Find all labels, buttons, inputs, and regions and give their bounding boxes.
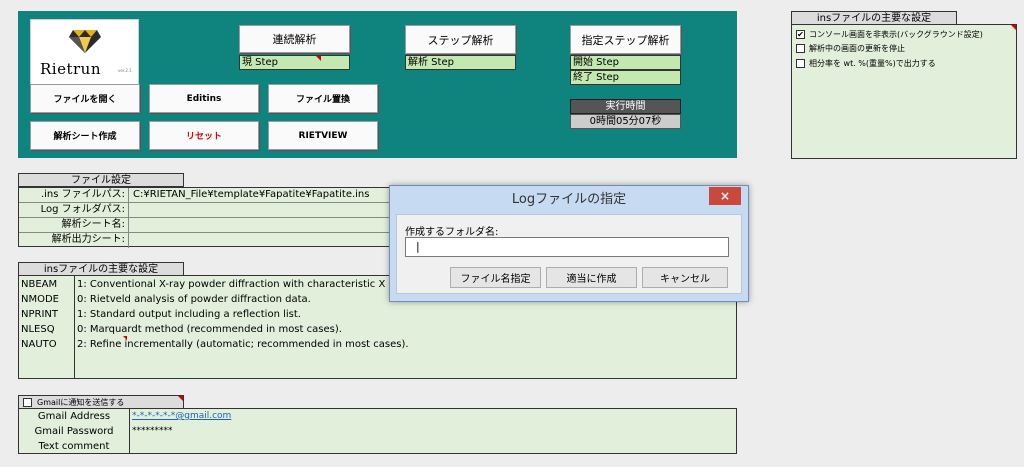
comment-marker	[178, 396, 183, 401]
exec-time-value: 0時間05分07秒	[570, 114, 681, 129]
cancel-button[interactable]: キャンセル	[642, 267, 728, 288]
logo-text: Rietrun	[40, 60, 101, 78]
start-step-field[interactable]: 開始 Step	[570, 55, 681, 70]
gmail-password-label: Gmail Password	[19, 424, 130, 439]
gmail-address-label: Gmail Address	[19, 409, 130, 424]
replace-file-button[interactable]: ファイル置換	[268, 84, 378, 113]
right-settings-title: insファイルの主要な設定	[791, 11, 957, 25]
folder-name-label: 作成するフォルダ名:	[405, 227, 499, 238]
table-row: 解析出力シート:	[19, 233, 399, 248]
param-key: NBEAM	[21, 279, 58, 290]
right-settings-panel: ✔ コンソール画面を非表示(バックグラウンド設定) 解析中の画面の更新を停止 相…	[791, 24, 1017, 159]
open-file-button[interactable]: ファイルを開く	[30, 84, 140, 113]
log-file-dialog: Logファイルの指定 × 作成するフォルダ名: | ファイル名指定 適当に作成 …	[389, 185, 749, 302]
column-divider	[74, 276, 75, 378]
analysis-step-field[interactable]: 解析 Step	[405, 55, 516, 70]
gmail-password-value[interactable]: *********	[132, 424, 173, 439]
param-value[interactable]: 0: Marquardt method (recommended in most…	[77, 323, 342, 337]
param-key: NPRINT	[21, 309, 58, 320]
checkbox[interactable]: ✔	[796, 30, 805, 39]
checkbox[interactable]	[23, 397, 32, 407]
param-value[interactable]: 2: Refine incrementally (automatic; reco…	[77, 338, 409, 352]
editins-button[interactable]: Editins	[149, 84, 259, 113]
gmail-address-link[interactable]: *-*-*-*-*-*@gmail.com	[132, 409, 231, 424]
end-step-field[interactable]: 終了 Step	[570, 70, 681, 85]
param-key: NMODE	[21, 294, 59, 305]
checkbox[interactable]	[796, 59, 805, 68]
file-settings-table: .ins ファイルパス: C:¥RIETAN_File¥template¥Fap…	[18, 187, 400, 248]
option-hide-console[interactable]: ✔ コンソール画面を非表示(バックグラウンド設定)	[796, 29, 983, 40]
rietrun-logo: Rietrun ver.2.1	[30, 19, 139, 88]
output-sheet-label: 解析出力シート:	[19, 233, 129, 248]
option-label: 解析中の画面の更新を停止	[809, 44, 905, 53]
control-panel: Rietrun ver.2.1 ファイルを開く Editins ファイル置換 解…	[18, 11, 737, 158]
param-value[interactable]: 0: Rietveld analysis of powder diffracti…	[77, 293, 311, 307]
option-label: コンソール画面を非表示(バックグラウンド設定)	[809, 30, 983, 39]
dialog-body: 作成するフォルダ名: | ファイル名指定 適当に作成 キャンセル	[396, 214, 742, 294]
param-key: NAUTO	[21, 339, 57, 350]
table-row: .ins ファイルパス: C:¥RIETAN_File¥template¥Fap…	[19, 188, 399, 203]
create-sheet-button[interactable]: 解析シート作成	[30, 121, 140, 150]
gmail-notify-label: Gmailに通知を送信する	[37, 397, 125, 407]
rietview-button[interactable]: RIETVIEW	[268, 121, 378, 150]
step-analysis-button[interactable]: ステップ解析	[405, 25, 516, 54]
text-comment-label: Text comment	[19, 439, 130, 454]
file-settings-title: ファイル設定	[18, 173, 184, 187]
param-key: NLESQ	[21, 324, 55, 335]
comment-marker	[123, 336, 127, 340]
sheet-name-label: 解析シート名:	[19, 218, 129, 233]
comment-marker	[316, 56, 321, 61]
checkbox[interactable]	[796, 44, 805, 53]
auto-create-button[interactable]: 適当に作成	[546, 267, 637, 288]
ins-path-value[interactable]: C:¥RIETAN_File¥template¥Fapatite¥Fapatit…	[133, 188, 369, 202]
current-step-label: 現 Step	[242, 57, 278, 68]
dialog-title: Logファイルの指定	[511, 192, 627, 207]
folder-name-input[interactable]: |	[405, 237, 729, 257]
current-step-field[interactable]: 現 Step	[239, 55, 350, 70]
exec-time-label: 実行時間	[570, 99, 681, 114]
table-row: Log フォルダパス:	[19, 203, 399, 218]
close-icon[interactable]: ×	[709, 187, 741, 205]
table-row: Gmail Password *********	[19, 424, 736, 439]
table-row: Gmail Address *-*-*-*-*-*@gmail.com	[19, 409, 736, 424]
gmail-table: Gmail Address *-*-*-*-*-*@gmail.com Gmai…	[18, 408, 737, 454]
specify-filename-button[interactable]: ファイル名指定	[450, 267, 541, 288]
reset-button[interactable]: リセット	[149, 121, 259, 150]
option-label: 相分率を wt. %(重量%)で出力する	[809, 59, 936, 68]
log-folder-label: Log フォルダパス:	[19, 203, 129, 218]
table-row: Text comment	[19, 439, 736, 454]
param-value[interactable]: 1: Conventional X-ray powder diffraction…	[77, 278, 410, 292]
diamond-icon	[69, 30, 101, 53]
specified-step-button[interactable]: 指定ステップ解析	[570, 25, 681, 54]
table-row: 解析シート名:	[19, 218, 399, 233]
comment-marker	[1011, 25, 1016, 30]
param-value[interactable]: 1: Standard output including a reflectio…	[77, 308, 301, 322]
logo-version: ver.2.1	[118, 68, 132, 73]
gmail-notify-toggle[interactable]: Gmailに通知を送信する	[18, 395, 184, 409]
option-stop-screen-update[interactable]: 解析中の画面の更新を停止	[796, 43, 905, 54]
continuous-analysis-button[interactable]: 連続解析	[239, 25, 350, 53]
option-wt-percent[interactable]: 相分率を wt. %(重量%)で出力する	[796, 58, 936, 69]
ins-settings-title: insファイルの主要な設定	[18, 262, 184, 276]
ins-path-label: .ins ファイルパス:	[19, 188, 129, 203]
